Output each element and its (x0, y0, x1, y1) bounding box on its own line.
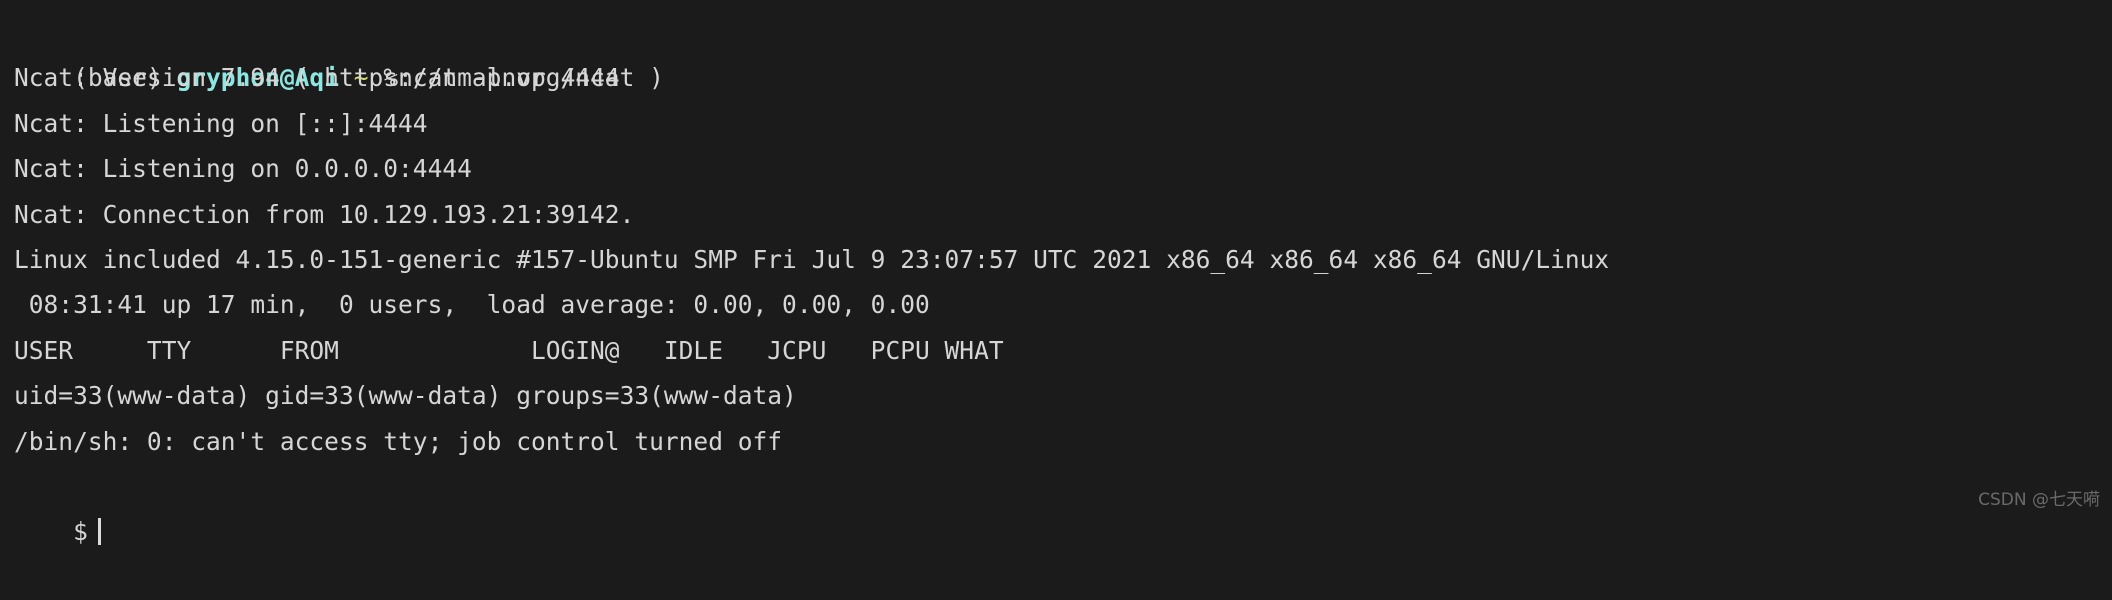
output-line-ncat-version: Ncat: Version 7.94 ( https://nmap.org/nc… (14, 63, 664, 93)
shell-prompt-symbol: $ (73, 517, 88, 547)
output-line-connection-from: Ncat: Connection from 10.129.193.21:3914… (14, 199, 635, 229)
output-line-kernel-info: Linux included 4.15.0-151-generic #157-U… (14, 244, 1610, 274)
output-line-who-header: USER TTY FROM LOGIN@ IDLE JCPU PCPU WHAT (14, 335, 1004, 365)
watermark-label: CSDN @七天嗬 (1978, 490, 2100, 510)
text-cursor (97, 518, 101, 546)
output-line-shell-warning: /bin/sh: 0: can't access tty; job contro… (14, 426, 783, 456)
prompt-line: (base) gryphon@Aqi ~ %ncat -lnvp 4444 (14, 10, 2112, 92)
terminal-window[interactable]: (base) gryphon@Aqi ~ %ncat -lnvp 4444 Nc… (0, 0, 2112, 546)
shell-prompt-line[interactable]: $ (14, 464, 2112, 546)
output-line-uptime: 08:31:41 up 17 min, 0 users, load averag… (14, 290, 930, 320)
output-line-listening-ipv4: Ncat: Listening on 0.0.0.0:4444 (14, 154, 472, 184)
output-line-listening-ipv6: Ncat: Listening on [::]:4444 (14, 108, 428, 138)
output-line-id: uid=33(www-data) gid=33(www-data) groups… (14, 381, 797, 411)
